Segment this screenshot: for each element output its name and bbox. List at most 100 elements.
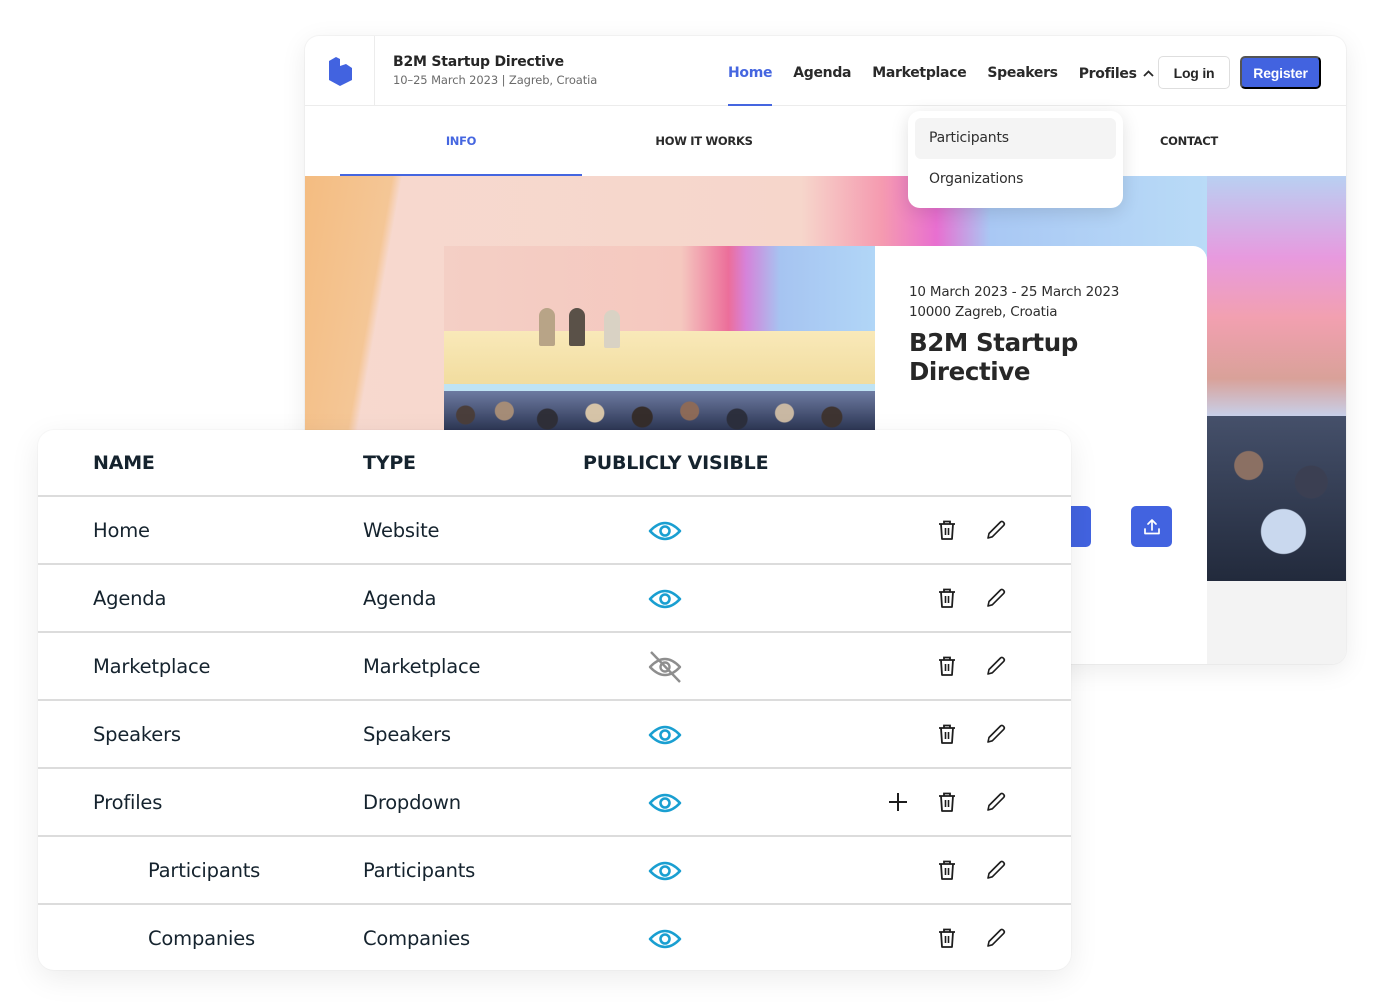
- eye-icon: [648, 725, 682, 745]
- trash-icon: [939, 588, 955, 608]
- delete-button[interactable]: [934, 857, 960, 883]
- logo[interactable]: [305, 36, 375, 106]
- page-name: Agenda: [93, 587, 167, 610]
- site-header: B2M Startup Directive 10–25 March 2023 |…: [305, 36, 1346, 106]
- edit-button[interactable]: [983, 925, 1009, 951]
- delete-button[interactable]: [934, 653, 960, 679]
- visibility-toggle[interactable]: [648, 514, 682, 548]
- nav-item-marketplace[interactable]: Marketplace: [872, 36, 966, 106]
- pencil-icon: [987, 588, 1006, 607]
- table-row: Home Website: [38, 497, 1071, 565]
- table-row: Agenda Agenda: [38, 565, 1071, 633]
- eye-icon: [648, 521, 682, 541]
- dropdown-item-participants[interactable]: Participants: [915, 118, 1116, 159]
- eye-icon: [648, 793, 682, 813]
- audience: [444, 391, 875, 431]
- table-row: Marketplace Marketplace: [38, 633, 1071, 701]
- pencil-icon: [987, 928, 1006, 947]
- visibility-toggle[interactable]: [648, 786, 682, 820]
- nav-label: Speakers: [987, 65, 1058, 81]
- edit-button[interactable]: [983, 721, 1009, 747]
- brand-subtitle: 10–25 March 2023 | Zagreb, Croatia: [393, 73, 598, 87]
- visibility-toggle[interactable]: [648, 582, 682, 616]
- delete-button[interactable]: [934, 721, 960, 747]
- tab-info[interactable]: INFO: [340, 106, 582, 176]
- edit-button[interactable]: [983, 789, 1009, 815]
- page-name: Participants: [148, 859, 261, 882]
- dropdown-item-organizations[interactable]: Organizations: [915, 159, 1116, 200]
- stage: [444, 331, 875, 386]
- trash-icon: [939, 792, 955, 812]
- profiles-dropdown-menu: Participants Organizations: [908, 111, 1123, 208]
- column-header-publicly-visible: PUBLICLY VISIBLE: [583, 452, 769, 474]
- register-button[interactable]: Register: [1240, 56, 1321, 89]
- event-title: B2M Startup Directive: [909, 328, 1078, 386]
- pencil-icon: [987, 860, 1006, 879]
- plus-icon: [889, 793, 907, 811]
- column-header-type: TYPE: [363, 452, 416, 474]
- delete-button[interactable]: [934, 925, 960, 951]
- upload-button[interactable]: [1131, 506, 1172, 547]
- speaker-figure: [539, 308, 555, 346]
- event-location: 10000 Zagreb, Croatia: [909, 304, 1058, 320]
- nav-item-profiles[interactable]: Profiles: [1079, 36, 1154, 106]
- delete-button[interactable]: [934, 789, 960, 815]
- visibility-toggle[interactable]: [648, 718, 682, 752]
- table-row: Companies Companies: [38, 905, 1071, 970]
- eye-off-icon: [648, 651, 682, 683]
- page-name: Profiles: [93, 791, 163, 814]
- nav-item-agenda[interactable]: Agenda: [793, 36, 851, 106]
- page-type: Companies: [363, 927, 471, 950]
- brand: B2M Startup Directive 10–25 March 2023 |…: [393, 54, 597, 87]
- delete-button[interactable]: [934, 585, 960, 611]
- trash-icon: [939, 724, 955, 744]
- conference-photo: [444, 246, 875, 431]
- nav-label: Profiles: [1078, 66, 1137, 82]
- upload-icon: [1143, 518, 1160, 534]
- column-header-name: NAME: [93, 452, 155, 474]
- add-subpage-button[interactable]: [885, 789, 911, 815]
- login-button[interactable]: Log in: [1158, 56, 1230, 89]
- visibility-toggle[interactable]: [648, 922, 682, 956]
- page-name: Home: [93, 519, 150, 542]
- trash-icon: [939, 860, 955, 880]
- eye-icon: [648, 929, 682, 949]
- trash-icon: [939, 520, 955, 540]
- page-type: Agenda: [363, 587, 437, 610]
- edit-button[interactable]: [983, 517, 1009, 543]
- page-type: Dropdown: [363, 791, 461, 814]
- table-row: Speakers Speakers: [38, 701, 1071, 769]
- nav-label: Marketplace: [872, 65, 967, 81]
- trash-icon: [939, 928, 955, 948]
- table-row: Participants Participants: [38, 837, 1071, 905]
- pencil-icon: [987, 724, 1006, 743]
- page-type: Website: [363, 519, 440, 542]
- tab-how-it-works[interactable]: HOW IT WORKS: [583, 106, 825, 176]
- pencil-icon: [987, 520, 1006, 539]
- speaker-figure: [604, 310, 620, 348]
- nav-item-speakers[interactable]: Speakers: [987, 36, 1058, 106]
- pages-table: NAME TYPE PUBLICLY VISIBLE Home Website …: [38, 430, 1071, 970]
- edit-button[interactable]: [983, 857, 1009, 883]
- page-name: Speakers: [93, 723, 181, 746]
- nav-label: Agenda: [793, 65, 852, 81]
- trash-icon: [939, 656, 955, 676]
- page-name: Marketplace: [93, 655, 211, 678]
- main-nav: Home Agenda Marketplace Speakers Profile…: [728, 36, 1175, 106]
- table-body: Home Website Agenda Agenda Marketplace M…: [38, 497, 1071, 970]
- sub-nav: INFO HOW IT WORKS CONTACT: [305, 106, 1346, 176]
- visibility-toggle[interactable]: [648, 650, 682, 684]
- edit-button[interactable]: [983, 653, 1009, 679]
- chevron-up-icon: [1142, 36, 1154, 110]
- hexagon-b-logo-icon: [328, 57, 352, 86]
- table-header: NAME TYPE PUBLICLY VISIBLE: [38, 430, 1071, 497]
- page-type: Marketplace: [363, 655, 481, 678]
- delete-button[interactable]: [934, 517, 960, 543]
- speaker-figure: [569, 308, 585, 346]
- page-type: Speakers: [363, 723, 451, 746]
- audience-image: [1207, 416, 1346, 581]
- eye-icon: [648, 589, 682, 609]
- nav-item-home[interactable]: Home: [728, 36, 773, 106]
- edit-button[interactable]: [983, 585, 1009, 611]
- visibility-toggle[interactable]: [648, 854, 682, 888]
